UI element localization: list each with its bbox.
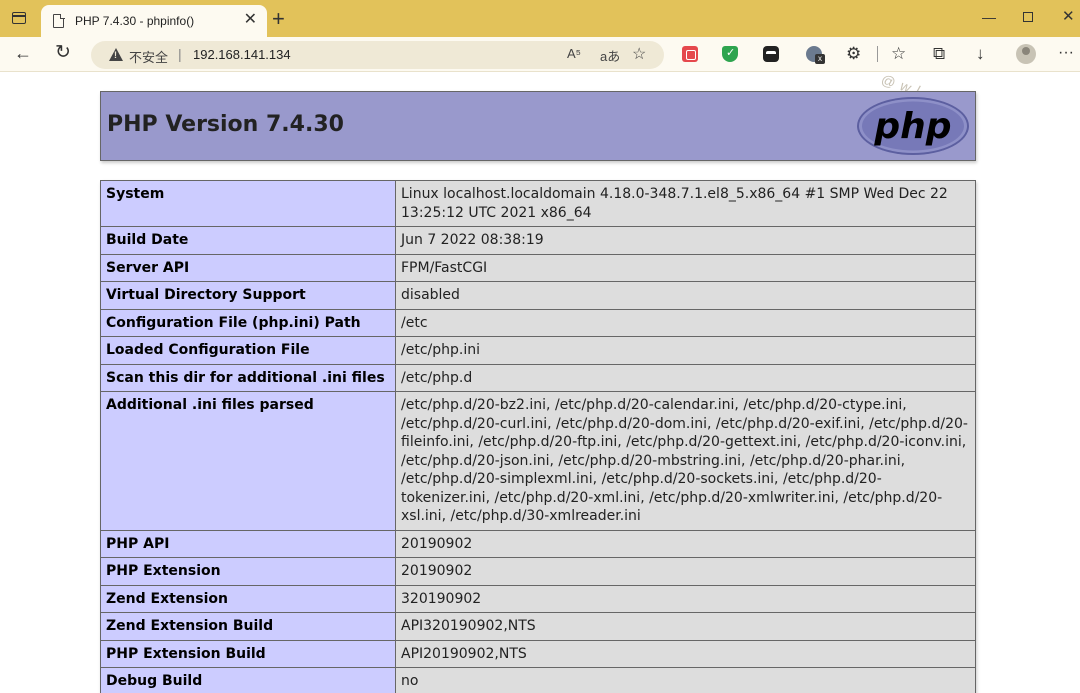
row-label: Virtual Directory Support bbox=[100, 281, 396, 310]
favorites-icon[interactable]: ☆ bbox=[891, 44, 906, 64]
download-icon[interactable]: ↓ bbox=[976, 44, 985, 64]
row-value: /etc/php.ini bbox=[395, 336, 976, 365]
row-value: disabled bbox=[395, 281, 976, 310]
table-row: PHP Extension 20190902 bbox=[100, 557, 976, 586]
table-row: Scan this dir for additional .ini files /… bbox=[100, 363, 976, 392]
row-value: /etc/php.d bbox=[395, 363, 976, 392]
row-label: PHP Extension Build bbox=[100, 639, 396, 668]
tab-phpinfo[interactable]: PHP 7.4.30 - phpinfo() ✕ bbox=[41, 5, 267, 37]
row-label: PHP API bbox=[100, 529, 396, 558]
translate-icon[interactable]: aあ bbox=[600, 46, 620, 65]
row-label: PHP Extension bbox=[100, 557, 396, 586]
mask-extension-icon[interactable] bbox=[763, 46, 779, 62]
collections-icon[interactable]: ⧉ bbox=[933, 44, 945, 64]
table-row: Zend Extension 320190902 bbox=[100, 584, 976, 613]
new-tab-button[interactable]: + bbox=[272, 7, 285, 31]
back-icon[interactable]: ← bbox=[14, 43, 32, 63]
row-value: 20190902 bbox=[395, 529, 976, 558]
row-value: 320190902 bbox=[395, 584, 976, 613]
row-value: /etc/php.d/20-bz2.ini, /etc/php.d/20-cal… bbox=[395, 391, 976, 531]
address-divider: | bbox=[178, 46, 182, 62]
toolbar-divider bbox=[877, 46, 878, 62]
row-label: Loaded Configuration File bbox=[100, 336, 396, 365]
row-label: Configuration File (php.ini) Path bbox=[100, 308, 396, 337]
row-value: Linux localhost.localdomain 4.18.0-348.7… bbox=[395, 180, 976, 227]
row-label: Zend Extension Build bbox=[100, 612, 396, 641]
tab-title: PHP 7.4.30 - phpinfo() bbox=[75, 14, 195, 28]
table-row: Configuration File (php.ini) Path/etc bbox=[100, 308, 976, 337]
row-value: API20190902,NTS bbox=[395, 639, 976, 668]
table-row: PHP Extension Build API20190902,NTS bbox=[100, 639, 976, 668]
address-bar[interactable]: 不安全 | 192.168.141.134 A⁵ aあ ☆ bbox=[91, 41, 664, 69]
close-tab-icon[interactable]: ✕ bbox=[244, 11, 257, 29]
maximize-button[interactable] bbox=[1023, 12, 1033, 22]
more-icon[interactable]: ··· bbox=[1058, 43, 1074, 63]
table-row: Build Date Jun 7 2022 08:38:19 bbox=[100, 226, 976, 255]
table-row: Virtual Directory Support disabled bbox=[100, 281, 976, 310]
read-aloud-icon[interactable]: A⁵ bbox=[567, 46, 581, 61]
reload-icon[interactable]: ↻ bbox=[55, 43, 71, 63]
row-value: FPM/FastCGI bbox=[395, 253, 976, 282]
row-value: /etc bbox=[395, 308, 976, 337]
table-row: PHP API 20190902 bbox=[100, 529, 976, 558]
security-status[interactable]: 不安全 bbox=[129, 47, 168, 66]
page-title: PHP Version 7.4.30 bbox=[107, 112, 344, 137]
url-text[interactable]: 192.168.141.134 bbox=[193, 47, 291, 62]
table-row: Zend Extension Build API320190902,NTS bbox=[100, 612, 976, 641]
puzzle-icon[interactable]: ⚙ bbox=[846, 44, 861, 64]
table-row: Server API FPM/FastCGI bbox=[100, 253, 976, 282]
info-table: System Linux localhost.localdomain 4.18.0… bbox=[100, 180, 976, 693]
row-label: Scan this dir for additional .ini files bbox=[100, 363, 396, 392]
php-logo-text: php bbox=[873, 106, 951, 147]
minimize-button[interactable]: — bbox=[982, 9, 996, 25]
page-content: PHP Version 7.4.30 php System Linux local… bbox=[0, 73, 1080, 693]
row-value: 20190902 bbox=[395, 557, 976, 586]
page-icon bbox=[53, 13, 65, 28]
row-value: API320190902,NTS bbox=[395, 612, 976, 641]
table-row: System Linux localhost.localdomain 4.18.0… bbox=[100, 180, 976, 227]
close-window-button[interactable]: ✕ bbox=[1062, 9, 1075, 25]
add-favorite-icon[interactable]: ☆ bbox=[632, 44, 646, 64]
row-label: Debug Build bbox=[100, 667, 396, 693]
php-header: PHP Version 7.4.30 php bbox=[100, 91, 976, 161]
row-label: System bbox=[100, 180, 396, 227]
shield-extension-icon[interactable] bbox=[722, 46, 738, 62]
warning-icon[interactable] bbox=[109, 48, 123, 61]
table-row: Loaded Configuration File/etc/php.ini bbox=[100, 336, 976, 365]
extension-icon[interactable] bbox=[682, 46, 698, 62]
row-label: Zend Extension bbox=[100, 584, 396, 613]
row-label: Server API bbox=[100, 253, 396, 282]
table-row: Additional .ini files parsed/etc/php.d/2… bbox=[100, 391, 976, 531]
tab-bar: PHP 7.4.30 - phpinfo() ✕ + — ✕ bbox=[0, 0, 1080, 37]
row-value: Jun 7 2022 08:38:19 bbox=[395, 226, 976, 255]
row-label: Additional .ini files parsed bbox=[100, 391, 396, 531]
globe-extension-icon[interactable] bbox=[806, 46, 825, 64]
php-logo: php bbox=[857, 97, 969, 155]
row-label: Build Date bbox=[100, 226, 396, 255]
table-row: Debug Build no bbox=[100, 667, 976, 693]
window-icon[interactable] bbox=[12, 12, 26, 24]
navigation-bar: ← ↻ 不安全 | 192.168.141.134 A⁵ aあ ☆ ⚙ ☆ ⧉ … bbox=[0, 37, 1080, 114]
profile-icon[interactable] bbox=[1016, 44, 1036, 64]
row-value: no bbox=[395, 667, 976, 693]
